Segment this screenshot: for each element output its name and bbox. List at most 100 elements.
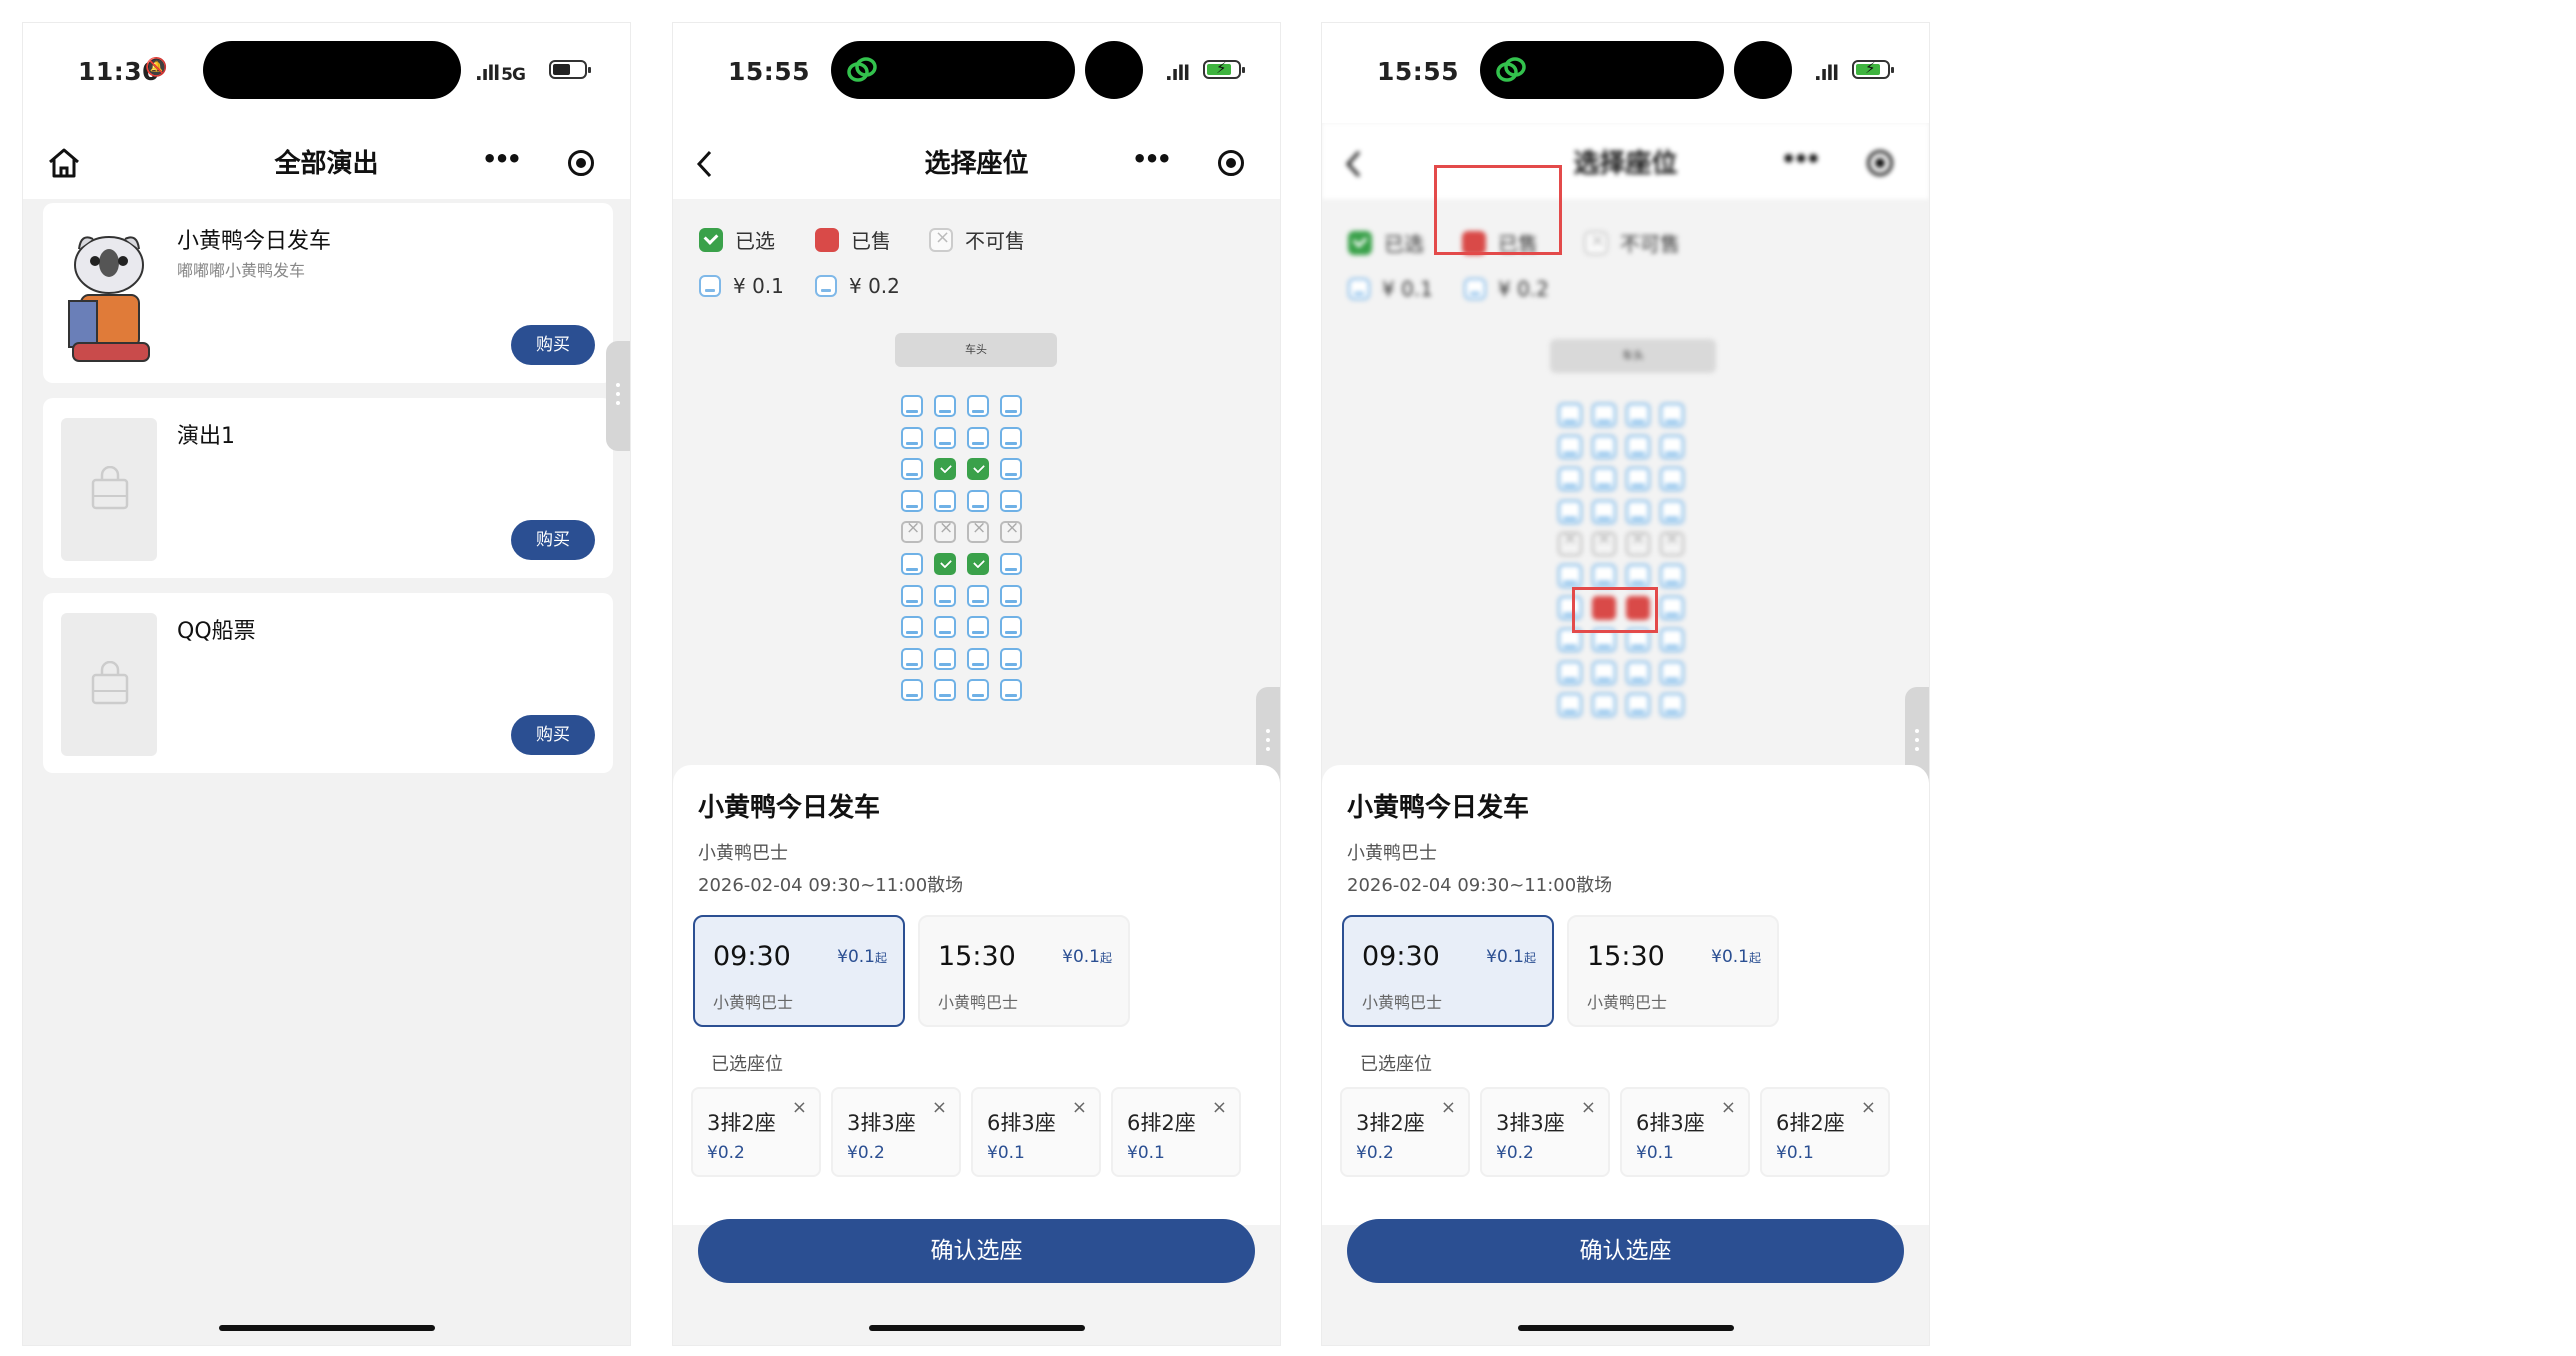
seat-available[interactable] xyxy=(967,426,989,449)
network-type: 5G xyxy=(501,65,526,85)
seat-available[interactable] xyxy=(967,679,989,702)
seat-available[interactable] xyxy=(1000,395,1022,417)
seat-available[interactable] xyxy=(1660,660,1684,685)
seat-available[interactable] xyxy=(1660,435,1684,460)
seat-available[interactable] xyxy=(1660,564,1684,588)
seat-selected[interactable] xyxy=(967,458,989,481)
seat-available[interactable] xyxy=(901,489,923,512)
seat-available[interactable] xyxy=(1592,403,1616,427)
seat-available[interactable] xyxy=(1000,616,1022,639)
seat-available[interactable] xyxy=(1558,435,1582,460)
seat-available[interactable] xyxy=(1592,660,1616,685)
buy-button[interactable]: 购买 xyxy=(511,520,595,560)
more-icon[interactable]: ••• xyxy=(1781,145,1821,173)
seat-available[interactable] xyxy=(1660,596,1684,621)
seat-available[interactable] xyxy=(1626,467,1650,492)
seat-available[interactable] xyxy=(1626,564,1650,588)
session-option[interactable]: 09:30 ¥0.1起 小黄鸭巴士 xyxy=(1342,915,1554,1027)
seat-available[interactable] xyxy=(1000,426,1022,449)
seat-available[interactable] xyxy=(901,647,923,670)
more-icon[interactable]: ••• xyxy=(1132,145,1172,173)
seat-available[interactable] xyxy=(1626,660,1650,685)
seat-available[interactable] xyxy=(934,584,956,607)
seat-available[interactable] xyxy=(1626,435,1650,460)
seat-selected[interactable] xyxy=(967,553,989,575)
seat-available[interactable] xyxy=(901,584,923,607)
seat-available[interactable] xyxy=(1660,628,1684,653)
session-option[interactable]: 09:30 ¥0.1起 小黄鸭巴士 xyxy=(693,915,905,1027)
camera-dot xyxy=(1085,41,1143,99)
close-target-icon[interactable] xyxy=(568,150,594,176)
seat-available[interactable] xyxy=(901,426,923,449)
seat-available[interactable] xyxy=(1558,660,1582,685)
seat-available[interactable] xyxy=(1558,499,1582,524)
confirm-seat-button[interactable]: 确认选座 xyxy=(1347,1219,1904,1283)
status-bar: 11:30 🔕 .ıll 5G xyxy=(23,23,630,123)
session-option[interactable]: 15:30 ¥0.1起 小黄鸭巴士 xyxy=(918,915,1130,1027)
seat-available[interactable] xyxy=(967,584,989,607)
remove-seat-icon[interactable]: × xyxy=(1072,1097,1087,1118)
seat-available[interactable] xyxy=(1592,692,1616,717)
seat-available[interactable] xyxy=(1000,679,1022,702)
selected-seat-chip: 3排2座 ¥0.2 × xyxy=(691,1087,821,1177)
remove-seat-icon[interactable]: × xyxy=(792,1097,807,1118)
buy-button[interactable]: 购买 xyxy=(511,325,595,365)
seat-available[interactable] xyxy=(1592,467,1616,492)
seat-available[interactable] xyxy=(1660,467,1684,492)
seat-available[interactable] xyxy=(901,458,923,481)
show-card[interactable]: QQ船票 购买 xyxy=(43,593,613,773)
remove-seat-icon[interactable]: × xyxy=(1721,1097,1736,1118)
confirm-seat-button[interactable]: 确认选座 xyxy=(698,1219,1255,1283)
remove-seat-icon[interactable]: × xyxy=(1212,1097,1227,1118)
dynamic-island xyxy=(1480,41,1724,99)
buy-button[interactable]: 购买 xyxy=(511,715,595,755)
seat-available[interactable] xyxy=(967,647,989,670)
seat-available[interactable] xyxy=(934,426,956,449)
show-card[interactable]: 演出1 购买 xyxy=(43,398,613,578)
seat-available[interactable] xyxy=(1000,489,1022,512)
seat-available[interactable] xyxy=(1626,499,1650,524)
seat-available[interactable] xyxy=(1592,564,1616,588)
show-title: 演出1 xyxy=(177,424,235,449)
seat-available[interactable] xyxy=(1660,692,1684,717)
seat-available[interactable] xyxy=(967,616,989,639)
side-drag-handle[interactable] xyxy=(606,341,630,451)
seat-selected[interactable] xyxy=(934,553,956,575)
seat-available[interactable] xyxy=(1626,692,1650,717)
seat-available[interactable] xyxy=(1558,692,1582,717)
seat-selected[interactable] xyxy=(934,458,956,481)
more-icon[interactable]: ••• xyxy=(482,145,522,173)
seat-available[interactable] xyxy=(1000,647,1022,670)
remove-seat-icon[interactable]: × xyxy=(1581,1097,1596,1118)
seat-available[interactable] xyxy=(901,553,923,575)
seat-available[interactable] xyxy=(967,395,989,417)
seat-available[interactable] xyxy=(1626,403,1650,427)
seat-available[interactable] xyxy=(901,395,923,417)
seat-available[interactable] xyxy=(1558,564,1582,588)
seat-available[interactable] xyxy=(1660,403,1684,427)
close-target-icon[interactable] xyxy=(1218,150,1244,176)
seat-available[interactable] xyxy=(934,647,956,670)
seat-available[interactable] xyxy=(1660,499,1684,524)
seat-available[interactable] xyxy=(934,616,956,639)
seat-available[interactable] xyxy=(1592,499,1616,524)
seat-available[interactable] xyxy=(901,679,923,702)
seat-available[interactable] xyxy=(1000,458,1022,481)
remove-seat-icon[interactable]: × xyxy=(1441,1097,1456,1118)
seat-available[interactable] xyxy=(934,395,956,417)
seat-available[interactable] xyxy=(1592,435,1616,460)
remove-seat-icon[interactable]: × xyxy=(932,1097,947,1118)
seat-available[interactable] xyxy=(1558,403,1582,427)
seat-available[interactable] xyxy=(1558,467,1582,492)
session-option[interactable]: 15:30 ¥0.1起 小黄鸭巴士 xyxy=(1567,915,1779,1027)
seat-available[interactable] xyxy=(934,679,956,702)
seat-available[interactable] xyxy=(1000,584,1022,607)
show-card[interactable]: 小黄鸭今日发车 嘟嘟嘟小黄鸭发车 购买 xyxy=(43,203,613,383)
legend-unavailable: 不可售 xyxy=(1584,228,1680,257)
close-target-icon[interactable] xyxy=(1867,150,1893,176)
seat-available[interactable] xyxy=(1000,553,1022,575)
seat-available[interactable] xyxy=(967,489,989,512)
seat-available[interactable] xyxy=(934,489,956,512)
seat-available[interactable] xyxy=(901,616,923,639)
remove-seat-icon[interactable]: × xyxy=(1861,1097,1876,1118)
